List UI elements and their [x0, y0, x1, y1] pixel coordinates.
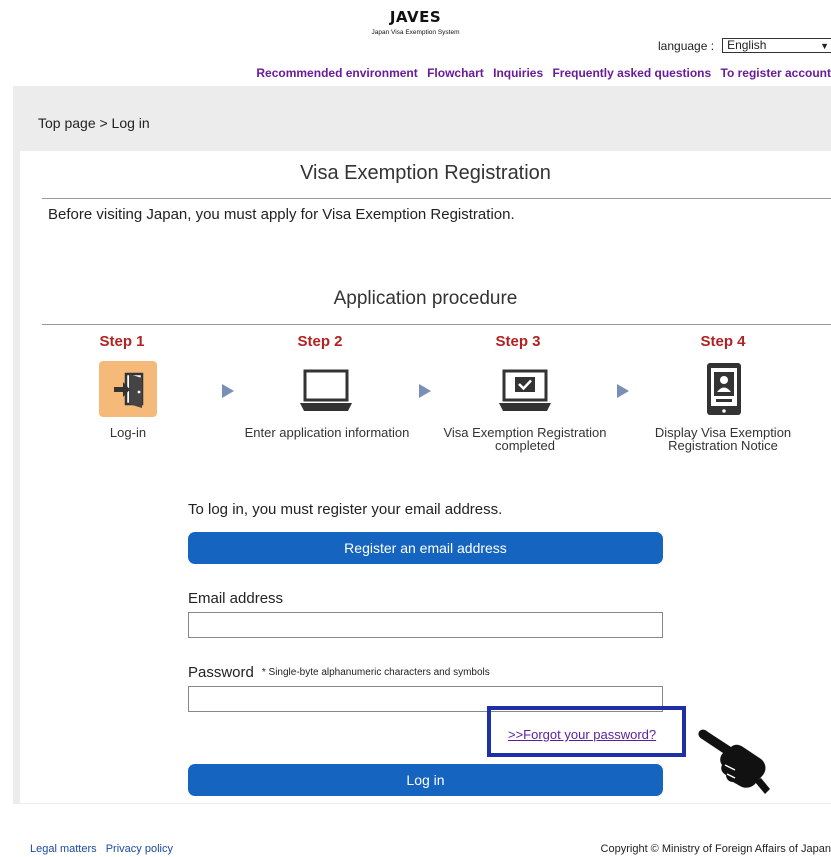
step-arrow [419, 384, 431, 398]
phone-id-icon [695, 361, 753, 417]
footer-links: Legal matters Privacy policy [30, 843, 179, 855]
language-selected-value: English [727, 38, 767, 52]
page-title: Visa Exemption Registration [300, 162, 551, 184]
header: JAVES Japan Visa Exemption System langua… [0, 0, 831, 86]
nav-flowchart[interactable]: Flowchart [427, 66, 484, 80]
laptop-check-icon [496, 361, 554, 417]
step-1-label: Step 1 [99, 333, 145, 350]
register-email-button[interactable]: Register an email address [188, 532, 663, 564]
divider [42, 198, 831, 199]
password-label: Password [188, 664, 254, 681]
nav-register-account[interactable]: To register account [721, 66, 831, 80]
procedure-title: Application procedure [333, 288, 518, 309]
step-2-text: Enter application information [244, 425, 410, 440]
language-select[interactable]: English ▼ [722, 38, 831, 53]
pointing-hand-icon [693, 720, 773, 800]
app-subtitle: Japan Visa Exemption System [371, 29, 460, 36]
top-nav: Recommended environment Flowchart Inquir… [250, 66, 831, 80]
app-title: JAVES [389, 8, 442, 26]
step-3-label: Step 3 [495, 333, 541, 350]
main-panel: Visa Exemption Registration Before visit… [20, 151, 831, 803]
language-selector: language : English ▼ [658, 38, 831, 53]
divider [42, 324, 831, 325]
language-label: language : [658, 38, 715, 53]
step-2-label: Step 2 [297, 333, 343, 350]
door-exit-icon [99, 361, 157, 417]
chevron-down-icon: ▼ [820, 41, 830, 51]
privacy-policy-link[interactable]: Privacy policy [106, 843, 173, 855]
forgot-password-link[interactable]: >>Forgot your password? [508, 727, 656, 742]
copyright: Copyright © Ministry of Foreign Affairs … [600, 843, 831, 855]
email-label: Email address [188, 590, 284, 607]
password-note: * Single-byte alphanumeric characters an… [261, 667, 490, 678]
login-button[interactable]: Log in [188, 764, 663, 796]
intro-text: Before visiting Japan, you must apply fo… [48, 206, 515, 223]
step-4-text: Display Visa Exemption Registration Noti… [654, 425, 792, 453]
step-1-text: Log-in [109, 425, 147, 440]
breadcrumb[interactable]: Top page > Log in [38, 115, 150, 131]
register-prompt: To log in, you must register your email … [188, 501, 503, 518]
nav-recommended-environment[interactable]: Recommended environment [256, 66, 417, 80]
email-field[interactable] [188, 612, 663, 638]
step-arrow [617, 384, 629, 398]
nav-inquiries[interactable]: Inquiries [493, 66, 543, 80]
step-3-text: Visa Exemption Registration completed [443, 425, 607, 453]
laptop-icon [297, 361, 355, 417]
legal-matters-link[interactable]: Legal matters [30, 843, 97, 855]
step-arrow [222, 384, 234, 398]
nav-faq[interactable]: Frequently asked questions [552, 66, 711, 80]
logo[interactable]: JAVES Japan Visa Exemption System [0, 8, 831, 36]
password-label-row: Password * Single-byte alphanumeric chara… [188, 664, 490, 681]
step-4-label: Step 4 [700, 333, 746, 350]
